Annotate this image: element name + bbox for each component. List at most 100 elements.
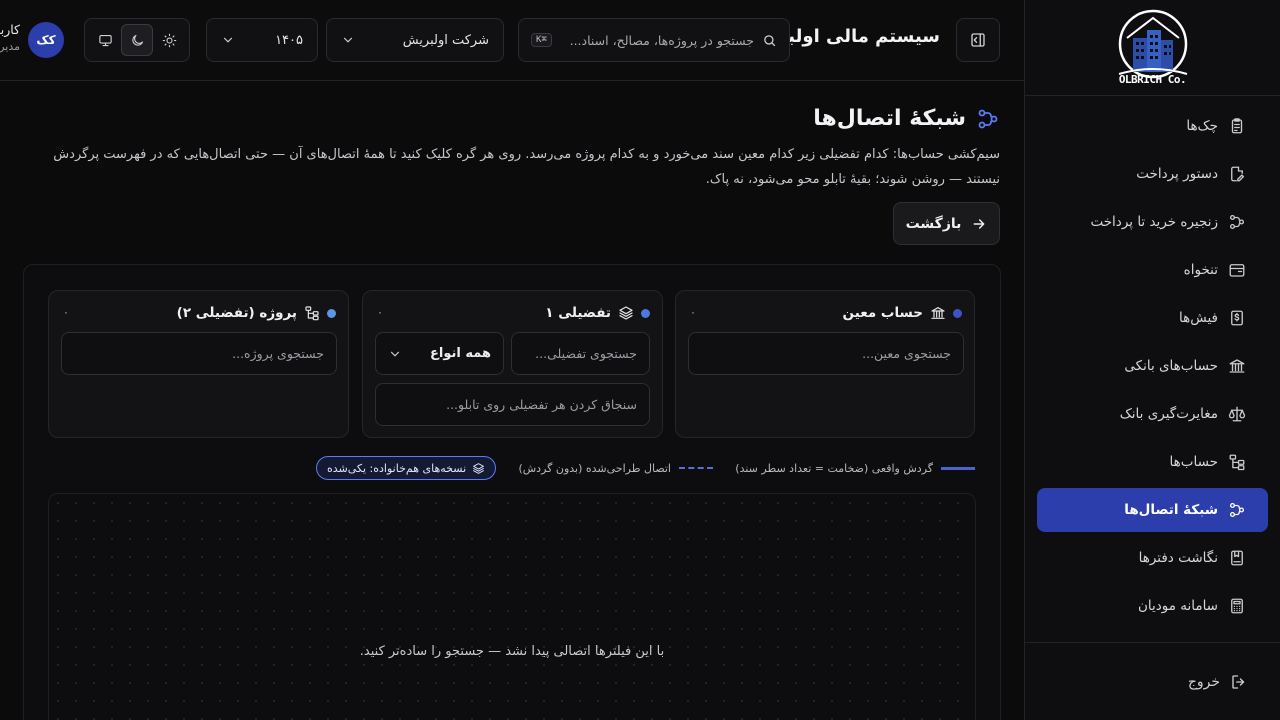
sidebar-item-receipts[interactable]: فیش‌ها: [1037, 296, 1268, 340]
moein-count: ۰: [690, 306, 696, 319]
sidebar-item-taxpayer-system[interactable]: سامانه مودیان: [1037, 584, 1268, 628]
search-icon: [762, 33, 777, 48]
sidebar-item-label: مغایرت‌گیری بانک: [1119, 406, 1218, 422]
wallet-icon: [1228, 261, 1246, 279]
sidebar-item-cheques[interactable]: چک‌ها: [1037, 104, 1268, 148]
back-button-label: بازگشت: [905, 215, 962, 232]
sidebar-item-bank-accounts[interactable]: حساب‌های بانکی: [1037, 344, 1268, 388]
moein-column-card: حساب معین ۰: [675, 290, 975, 438]
sidebar-item-ledger-mapping[interactable]: نگاشت دفترها: [1037, 536, 1268, 580]
sun-icon: [162, 33, 177, 48]
project-count: ۰: [63, 306, 69, 319]
sidebar-item-label: شبکهٔ اتصال‌ها: [1124, 502, 1218, 518]
tree-icon: [304, 305, 320, 321]
logo-text: OLBRICH Co.: [1118, 72, 1187, 86]
scale-icon: [1228, 405, 1246, 423]
theme-system-button[interactable]: [89, 24, 121, 56]
tafsili-type-value: همه انواع: [430, 346, 491, 361]
tafsili-pin-field[interactable]: [375, 383, 650, 426]
tafsili-column-header: تفضیلی ۱: [545, 305, 650, 321]
legend-actual-flow: گردش واقعی (ضخامت = تعداد سطر سند): [735, 456, 975, 480]
theme-switcher: [84, 18, 190, 62]
receipt-icon: [1228, 309, 1246, 327]
empty-state-message: با این فیلترها اتصالی پیدا نشد — جستجو ر…: [359, 644, 665, 659]
fiscal-year-value: ۱۴۰۵: [275, 32, 303, 48]
tafsili-type-select[interactable]: همه انواع: [375, 332, 504, 375]
moein-column-header: حساب معین: [843, 305, 962, 321]
legend-dashed-line: [679, 467, 713, 469]
sidebar-item-connections-network[interactable]: شبکهٔ اتصال‌ها: [1037, 488, 1268, 532]
sidebar-item-accounts[interactable]: حساب‌ها: [1037, 440, 1268, 484]
page-title: شبکهٔ اتصال‌ها: [813, 106, 1000, 131]
legend-designed-label: اتصال طراحی‌شده (بدون گردش): [518, 461, 671, 475]
sidebar-item-petty-cash[interactable]: تنخواه: [1037, 248, 1268, 292]
monitor-icon: [98, 33, 113, 48]
tafsili-search-input[interactable]: [524, 346, 637, 361]
page-description: سیم‌کشی حساب‌ها: کدام تفضیلی زیر کدام مع…: [53, 147, 1000, 187]
moein-search-field[interactable]: [688, 332, 964, 375]
global-search[interactable]: K⌘: [518, 18, 790, 62]
sidebar: OLBRICH Co. چک‌ها دستور پرداخت زنجیره خر…: [1024, 0, 1280, 720]
top-header: سیستم مالی اولبریش K⌘ شرکت اولبریش ۱۴۰۵ …: [0, 0, 1024, 81]
search-input[interactable]: [559, 32, 754, 48]
panel-toggle-icon: [969, 31, 987, 49]
search-shortcut-badge: K⌘: [531, 33, 552, 47]
user-role: مدیر: [0, 40, 20, 53]
sidebar-item-label: چک‌ها: [1186, 118, 1218, 134]
logout-label: خروج: [1187, 673, 1220, 690]
tafsili-column-title: تفضیلی ۱: [545, 305, 611, 321]
tafsili-dot: [641, 308, 650, 318]
sidebar-item-label: سامانه مودیان: [1137, 598, 1218, 614]
chevron-down-icon: [341, 33, 355, 47]
tafsili-pin-input[interactable]: [388, 397, 637, 412]
network-canvas[interactable]: با این فیلترها اتصالی پیدا نشد — جستجو ر…: [48, 493, 976, 720]
project-search-field[interactable]: [61, 332, 337, 375]
bank-icon: [1228, 357, 1246, 375]
sidebar-item-payment-order[interactable]: دستور پرداخت: [1037, 152, 1268, 196]
logout-icon: [1230, 673, 1248, 691]
layers-icon: [472, 462, 485, 475]
theme-light-button[interactable]: [153, 24, 185, 56]
moon-icon: [130, 33, 145, 48]
sidebar-item-bank-reconciliation[interactable]: مغایرت‌گیری بانک: [1037, 392, 1268, 436]
chevron-down-icon: [388, 347, 402, 361]
sidebar-item-purchase-chain[interactable]: زنجیره خرید تا پرداخت: [1037, 200, 1268, 244]
moein-search-input[interactable]: [701, 346, 951, 361]
legend-solid-line: [941, 466, 975, 470]
project-search-input[interactable]: [74, 346, 324, 361]
sidebar-item-label: زنجیره خرید تا پرداخت: [1090, 214, 1218, 230]
bank-icon: [930, 305, 946, 321]
sidebar-toggle-button[interactable]: [956, 18, 1000, 62]
sidebar-nav: چک‌ها دستور پرداخت زنجیره خرید تا پرداخت…: [1025, 96, 1280, 628]
tree-icon: [1228, 453, 1246, 471]
tafsili-column-card: تفضیلی ۱ ۰ همه انواع: [362, 290, 663, 438]
family-versions-toggle[interactable]: نسخه‌های هم‌خانواده: یکی‌شده: [316, 456, 497, 480]
sidebar-item-label: حساب‌های بانکی: [1124, 358, 1218, 374]
arrow-right-icon: [971, 216, 987, 232]
network-icon: [1228, 501, 1246, 519]
company-logo[interactable]: OLBRICH Co.: [1025, 0, 1280, 96]
workflow-icon: [1228, 213, 1246, 231]
sidebar-item-label: حساب‌ها: [1169, 454, 1218, 470]
sidebar-item-label: فیش‌ها: [1179, 310, 1218, 326]
tafsili-count: ۰: [377, 306, 383, 319]
project-column-header: پروژه (تفضیلی ۲): [177, 305, 336, 321]
fiscal-year-select[interactable]: ۱۴۰۵: [206, 18, 318, 62]
logout-button[interactable]: خروج: [1025, 642, 1280, 720]
project-column-card: پروژه (تفضیلی ۲) ۰: [48, 290, 349, 438]
sidebar-item-label: نگاشت دفترها: [1138, 550, 1218, 566]
back-button[interactable]: بازگشت: [893, 202, 1000, 245]
tafsili-search-field[interactable]: [511, 332, 650, 375]
user-name: کاربر: [0, 22, 20, 37]
calculator-icon: [1228, 597, 1246, 615]
theme-dark-button[interactable]: [121, 24, 153, 56]
moein-column-title: حساب معین: [842, 305, 923, 321]
project-column-title: پروژه (تفضیلی ۲): [176, 305, 297, 321]
project-dot: [327, 308, 336, 318]
page-title-text: شبکهٔ اتصال‌ها: [813, 106, 966, 131]
company-select[interactable]: شرکت اولبریش: [326, 18, 504, 62]
user-avatar[interactable]: کک: [28, 22, 64, 58]
company-select-value: شرکت اولبریش: [402, 32, 489, 48]
moein-dot: [953, 308, 962, 318]
clipboard-icon: [1228, 117, 1246, 135]
